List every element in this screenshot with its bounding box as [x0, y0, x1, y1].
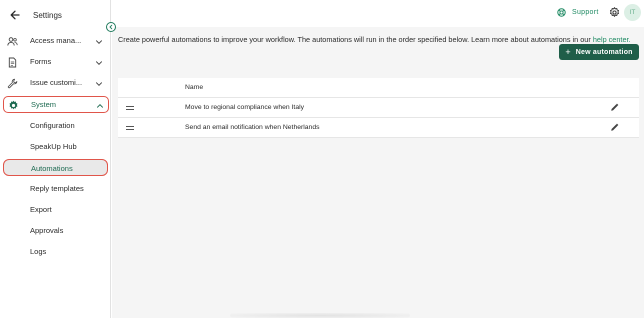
sidebar-subitem-label: Automations	[31, 164, 73, 173]
wrench-icon	[7, 78, 18, 89]
settings-gear-icon[interactable]	[609, 7, 620, 18]
sidebar-item-label: System	[31, 100, 57, 109]
sidebar-subitem-configuration[interactable]: Configuration	[3, 117, 108, 134]
plus-icon: +	[565, 46, 571, 57]
sidebar-item-issue-customization[interactable]: Issue customi...	[3, 75, 109, 92]
sidebar-subitem-label: Logs	[30, 247, 47, 256]
sidebar-subitem-label: Reply templates	[30, 184, 84, 193]
avatar[interactable]: IT	[624, 4, 641, 21]
sidebar: Settings Access mana... Forms Issue cust…	[0, 0, 111, 318]
chevron-up-icon[interactable]	[95, 101, 104, 110]
lifebuoy-icon	[557, 8, 566, 17]
support-label: Support	[572, 9, 599, 16]
automation-name: Move to regional compliance when Italy	[185, 104, 305, 111]
drag-handle-icon[interactable]	[126, 126, 134, 130]
sidebar-subitem-label: Approvals	[30, 226, 64, 235]
table-header: Name	[118, 78, 639, 98]
column-header-name: Name	[185, 84, 204, 91]
pencil-icon[interactable]	[610, 103, 619, 112]
top-bar: Support IT	[112, 0, 644, 27]
sidebar-item-system[interactable]: System	[3, 96, 109, 113]
collapse-sidebar-button[interactable]	[106, 22, 116, 32]
sidebar-item-label: Issue customi...	[30, 78, 83, 87]
sidebar-header: Settings	[8, 7, 62, 23]
sidebar-subitem-reply-templates[interactable]: Reply templates	[3, 180, 108, 197]
back-arrow-icon[interactable]	[8, 8, 22, 22]
sidebar-subitem-label: SpeakUp Hub	[30, 142, 77, 151]
chevron-left-icon	[108, 24, 114, 30]
sidebar-subitem-label: Export	[30, 205, 52, 214]
sidebar-item-access-management[interactable]: Access mana...	[3, 33, 109, 50]
people-icon	[7, 36, 18, 47]
intro-text-body: Create powerful automations to improve y…	[118, 35, 593, 44]
intro-text: Create powerful automations to improve y…	[118, 35, 631, 44]
chevron-down-icon[interactable]	[94, 37, 103, 46]
table-row[interactable]: Send an email notification when Netherla…	[118, 118, 639, 138]
new-automation-button[interactable]: + New automation	[559, 44, 639, 60]
sidebar-item-forms[interactable]: Forms	[3, 54, 109, 71]
automation-name: Send an email notification when Netherla…	[185, 124, 320, 131]
help-center-link[interactable]: help center.	[593, 35, 631, 44]
sidebar-subitem-approvals[interactable]: Approvals	[3, 222, 108, 239]
gear-icon	[8, 100, 19, 111]
support-button[interactable]: Support	[557, 8, 599, 17]
sidebar-item-label: Access mana...	[30, 36, 82, 45]
pencil-icon[interactable]	[610, 123, 619, 132]
sidebar-subitem-logs[interactable]: Logs	[3, 243, 108, 260]
drag-handle-icon[interactable]	[126, 106, 134, 110]
main-content: Support IT Create powerful automations t…	[112, 0, 644, 318]
chevron-down-icon[interactable]	[94, 79, 103, 88]
sidebar-subitem-speakup-hub[interactable]: SpeakUp Hub	[3, 138, 108, 155]
chevron-down-icon[interactable]	[94, 58, 103, 67]
sidebar-subitem-label: Configuration	[30, 121, 75, 130]
document-icon	[7, 57, 18, 68]
sidebar-subitem-automations[interactable]: Automations	[3, 159, 108, 176]
sidebar-item-label: Forms	[30, 57, 52, 66]
horizontal-scroll-shadow	[230, 313, 410, 318]
new-automation-label: New automation	[575, 48, 633, 56]
sidebar-subitem-export[interactable]: Export	[3, 201, 108, 218]
sidebar-title: Settings	[33, 10, 62, 20]
automations-table: Name Move to regional compliance when It…	[118, 78, 639, 138]
table-row[interactable]: Move to regional compliance when Italy	[118, 98, 639, 118]
